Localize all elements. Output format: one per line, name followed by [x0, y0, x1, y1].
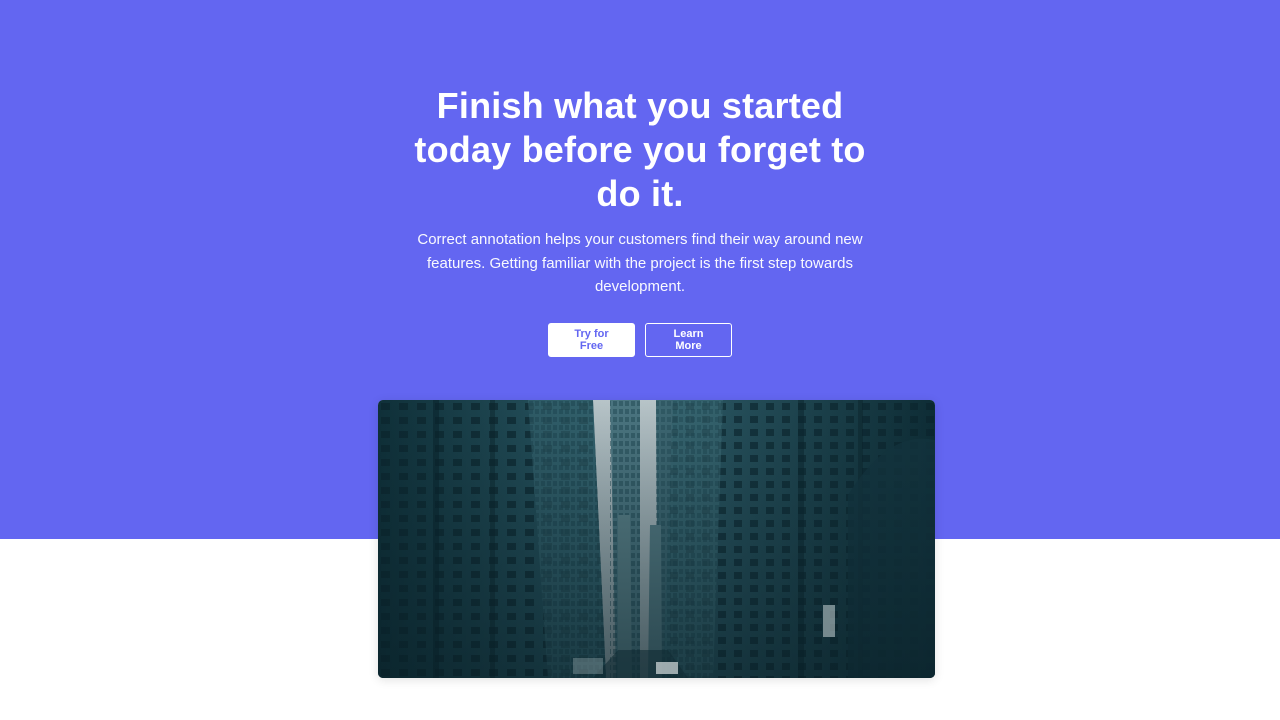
hero-subtitle: Correct annotation helps your customers … — [417, 231, 863, 295]
landing-page: Finish what you started today before you… — [0, 0, 1280, 720]
try-for-free-button[interactable]: Try for Free — [548, 322, 635, 357]
hero-section: Finish what you started today before you… — [0, 84, 1280, 357]
hero-cta-group: Try for Free Learn More — [0, 322, 1280, 357]
learn-more-button[interactable]: Learn More — [645, 322, 732, 357]
hero-city-image — [378, 400, 935, 678]
hero-title: Finish what you started today before you… — [414, 85, 866, 214]
city-street-illustration — [378, 400, 935, 678]
